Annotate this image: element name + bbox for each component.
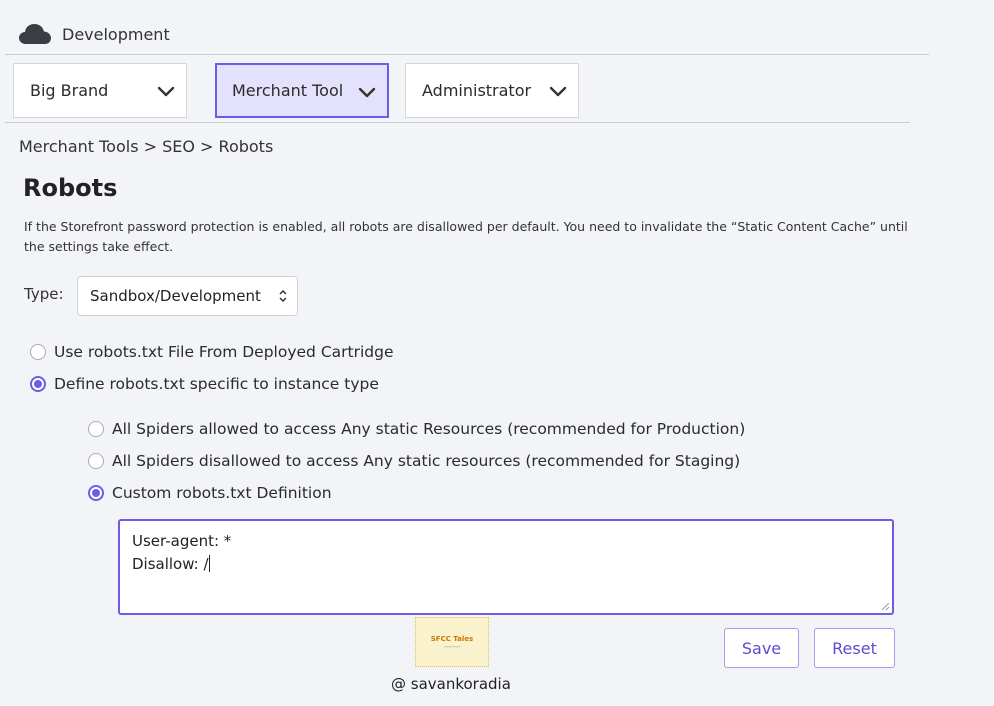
radio-use-cartridge-file[interactable]: Use robots.txt File From Deployed Cartri… xyxy=(30,343,394,361)
radio-label: All Spiders allowed to access Any static… xyxy=(112,420,746,438)
select-arrows-icon xyxy=(279,289,287,303)
radio-custom-definition[interactable]: Custom robots.txt Definition xyxy=(88,484,332,502)
type-select-value: Sandbox/Development xyxy=(90,287,261,305)
merchant-tool-dropdown[interactable]: Merchant Tool xyxy=(215,63,389,118)
resize-grip-icon[interactable] xyxy=(881,602,890,611)
site-selector-dropdown[interactable]: Big Brand xyxy=(13,63,187,118)
author-credit: @ savankoradia xyxy=(391,675,511,693)
logo-underline: ━━━━━━━━━ xyxy=(443,645,461,649)
text-caret xyxy=(208,555,210,572)
type-label: Type: xyxy=(24,285,64,303)
radio-label: Define robots.txt specific to instance t… xyxy=(54,375,379,393)
environment-indicator: Development xyxy=(18,20,170,48)
administrator-dropdown[interactable]: Administrator xyxy=(405,63,579,118)
radio-label: Use robots.txt File From Deployed Cartri… xyxy=(54,343,394,361)
header-divider xyxy=(5,54,929,55)
textarea-line: Disallow: / xyxy=(132,555,209,573)
save-button[interactable]: Save xyxy=(724,628,799,668)
radio-button-selected[interactable] xyxy=(30,376,46,392)
radio-button[interactable] xyxy=(30,344,46,360)
type-select[interactable]: Sandbox/Development xyxy=(77,276,298,316)
reset-button[interactable]: Reset xyxy=(814,628,895,668)
logo-text: SFCC Tales xyxy=(430,635,474,643)
chevron-down-icon xyxy=(358,87,376,98)
page-title: Robots xyxy=(23,174,118,202)
radio-disallow-all-spiders[interactable]: All Spiders disallowed to access Any sta… xyxy=(88,452,740,470)
radio-label: Custom robots.txt Definition xyxy=(112,484,332,502)
chevron-down-icon xyxy=(157,86,175,97)
chevron-down-icon xyxy=(549,86,567,97)
breadcrumb: Merchant Tools > SEO > Robots xyxy=(19,137,274,156)
textarea-line: User-agent: * xyxy=(132,532,232,550)
radio-button[interactable] xyxy=(88,421,104,437)
radio-allow-all-spiders[interactable]: All Spiders allowed to access Any static… xyxy=(88,420,745,438)
page-description: If the Storefront password protection is… xyxy=(24,219,908,254)
radio-define-per-instance[interactable]: Define robots.txt specific to instance t… xyxy=(30,375,379,393)
site-selector-label: Big Brand xyxy=(30,81,109,100)
merchant-tool-label: Merchant Tool xyxy=(232,81,344,100)
administrator-label: Administrator xyxy=(422,81,532,100)
environment-label: Development xyxy=(62,24,170,44)
cloud-icon xyxy=(19,24,51,44)
radio-button-selected[interactable] xyxy=(88,485,104,501)
robots-txt-textarea[interactable]: User-agent: * Disallow: / xyxy=(118,519,894,615)
radio-label: All Spiders disallowed to access Any sta… xyxy=(112,452,741,470)
nav-divider xyxy=(5,122,910,123)
radio-button[interactable] xyxy=(88,453,104,469)
sfcc-tales-logo: SFCC Tales ━━━━━━━━━ xyxy=(415,617,489,667)
